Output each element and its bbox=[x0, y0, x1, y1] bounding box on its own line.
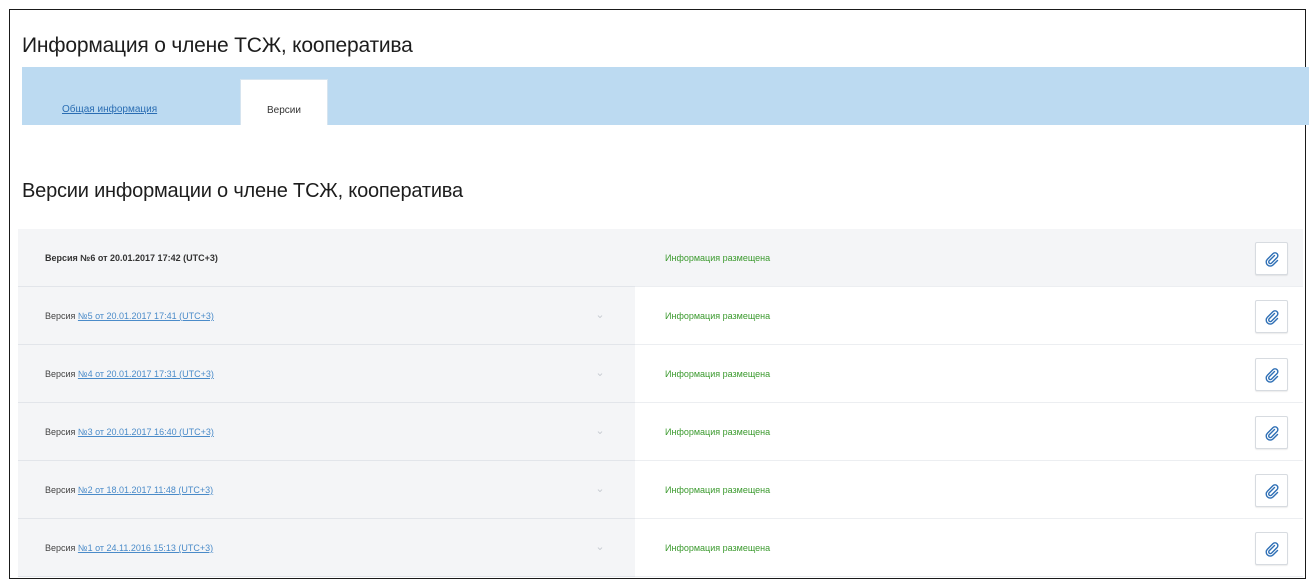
attachments-button[interactable] bbox=[1255, 474, 1288, 507]
version-row-left: Версия №1 от 24.11.2016 15:13 (UTC+3) ⌄ bbox=[18, 519, 635, 577]
version-link[interactable]: №1 от 24.11.2016 15:13 (UTC+3) bbox=[78, 543, 213, 553]
attachments-button[interactable] bbox=[1255, 532, 1288, 565]
version-number-date: №6 от 20.01.2017 17:42 (UTC+3) bbox=[80, 253, 218, 263]
version-row-left: Версия №6 от 20.01.2017 17:42 (UTC+3) bbox=[18, 229, 635, 287]
status-text: Информация размещена bbox=[665, 311, 771, 321]
version-row: Версия №3 от 20.01.2017 16:40 (UTC+3) ⌄ … bbox=[18, 403, 1303, 461]
chevron-down-icon[interactable]: ⌄ bbox=[594, 367, 606, 379]
attachments-button[interactable] bbox=[1255, 416, 1288, 449]
version-row-right: Информация размещена bbox=[635, 229, 1303, 287]
version-link[interactable]: №5 от 20.01.2017 17:41 (UTC+3) bbox=[78, 311, 214, 321]
version-prefix: Версия bbox=[45, 369, 78, 379]
version-row: Версия №4 от 20.01.2017 17:31 (UTC+3) ⌄ … bbox=[18, 345, 1303, 403]
version-row-left: Версия №3 от 20.01.2017 16:40 (UTC+3) ⌄ bbox=[18, 403, 635, 461]
version-row: Версия №6 от 20.01.2017 17:42 (UTC+3) Ин… bbox=[18, 229, 1303, 287]
status-text: Информация размещена bbox=[665, 543, 771, 553]
paperclip-icon bbox=[1265, 251, 1279, 267]
version-label: Версия №2 от 18.01.2017 11:48 (UTC+3) bbox=[45, 485, 213, 495]
paperclip-icon bbox=[1265, 425, 1279, 441]
page-title: Информация о члене ТСЖ, кооператива bbox=[22, 34, 413, 57]
version-link[interactable]: №3 от 20.01.2017 16:40 (UTC+3) bbox=[78, 427, 214, 437]
version-prefix: Версия bbox=[45, 427, 78, 437]
version-row: Версия №2 от 18.01.2017 11:48 (UTC+3) ⌄ … bbox=[18, 461, 1303, 519]
version-prefix: Версия bbox=[45, 485, 78, 495]
version-row-left: Версия №4 от 20.01.2017 17:31 (UTC+3) ⌄ bbox=[18, 345, 635, 403]
version-row-left: Версия №2 от 18.01.2017 11:48 (UTC+3) ⌄ bbox=[18, 461, 635, 519]
paperclip-icon bbox=[1265, 483, 1279, 499]
section-title: Версии информации о члене ТСЖ, кооперати… bbox=[22, 180, 463, 202]
version-prefix: Версия bbox=[45, 311, 78, 321]
paperclip-icon bbox=[1265, 309, 1279, 325]
tab-versions[interactable]: Версии bbox=[240, 79, 328, 125]
version-row-right: Информация размещена bbox=[635, 403, 1303, 461]
version-link[interactable]: №4 от 20.01.2017 17:31 (UTC+3) bbox=[78, 369, 214, 379]
status-text: Информация размещена bbox=[665, 485, 771, 495]
status-text: Информация размещена bbox=[665, 369, 771, 379]
versions-list: Версия №6 от 20.01.2017 17:42 (UTC+3) Ин… bbox=[18, 229, 1303, 577]
version-row-right: Информация размещена bbox=[635, 461, 1303, 519]
status-text: Информация размещена bbox=[665, 253, 771, 263]
paperclip-icon bbox=[1265, 367, 1279, 383]
status-text: Информация размещена bbox=[665, 427, 771, 437]
version-label: Версия №6 от 20.01.2017 17:42 (UTC+3) bbox=[45, 253, 218, 263]
version-link[interactable]: №2 от 18.01.2017 11:48 (UTC+3) bbox=[78, 485, 213, 495]
tab-bar: Общая информация Версии bbox=[22, 67, 1309, 125]
paperclip-icon bbox=[1265, 541, 1279, 557]
version-label: Версия №5 от 20.01.2017 17:41 (UTC+3) bbox=[45, 311, 214, 321]
attachments-button[interactable] bbox=[1255, 358, 1288, 391]
attachments-button[interactable] bbox=[1255, 242, 1288, 275]
chevron-down-icon[interactable]: ⌄ bbox=[594, 309, 606, 321]
attachments-button[interactable] bbox=[1255, 300, 1288, 333]
version-row-left: Версия №5 от 20.01.2017 17:41 (UTC+3) ⌄ bbox=[18, 287, 635, 345]
version-row-right: Информация размещена bbox=[635, 519, 1303, 577]
version-prefix: Версия bbox=[45, 253, 81, 263]
version-row: Версия №1 от 24.11.2016 15:13 (UTC+3) ⌄ … bbox=[18, 519, 1303, 577]
version-label: Версия №1 от 24.11.2016 15:13 (UTC+3) bbox=[45, 543, 213, 553]
version-row: Версия №5 от 20.01.2017 17:41 (UTC+3) ⌄ … bbox=[18, 287, 1303, 345]
version-row-right: Информация размещена bbox=[635, 345, 1303, 403]
chevron-down-icon[interactable]: ⌄ bbox=[594, 483, 606, 495]
version-label: Версия №3 от 20.01.2017 16:40 (UTC+3) bbox=[45, 427, 214, 437]
tab-general-info[interactable]: Общая информация bbox=[62, 104, 157, 115]
version-row-right: Информация размещена bbox=[635, 287, 1303, 345]
version-label: Версия №4 от 20.01.2017 17:31 (UTC+3) bbox=[45, 369, 214, 379]
tab-versions-label: Версии bbox=[267, 105, 301, 116]
version-prefix: Версия bbox=[45, 543, 78, 553]
chevron-down-icon[interactable]: ⌄ bbox=[594, 541, 606, 553]
chevron-down-icon[interactable]: ⌄ bbox=[594, 425, 606, 437]
